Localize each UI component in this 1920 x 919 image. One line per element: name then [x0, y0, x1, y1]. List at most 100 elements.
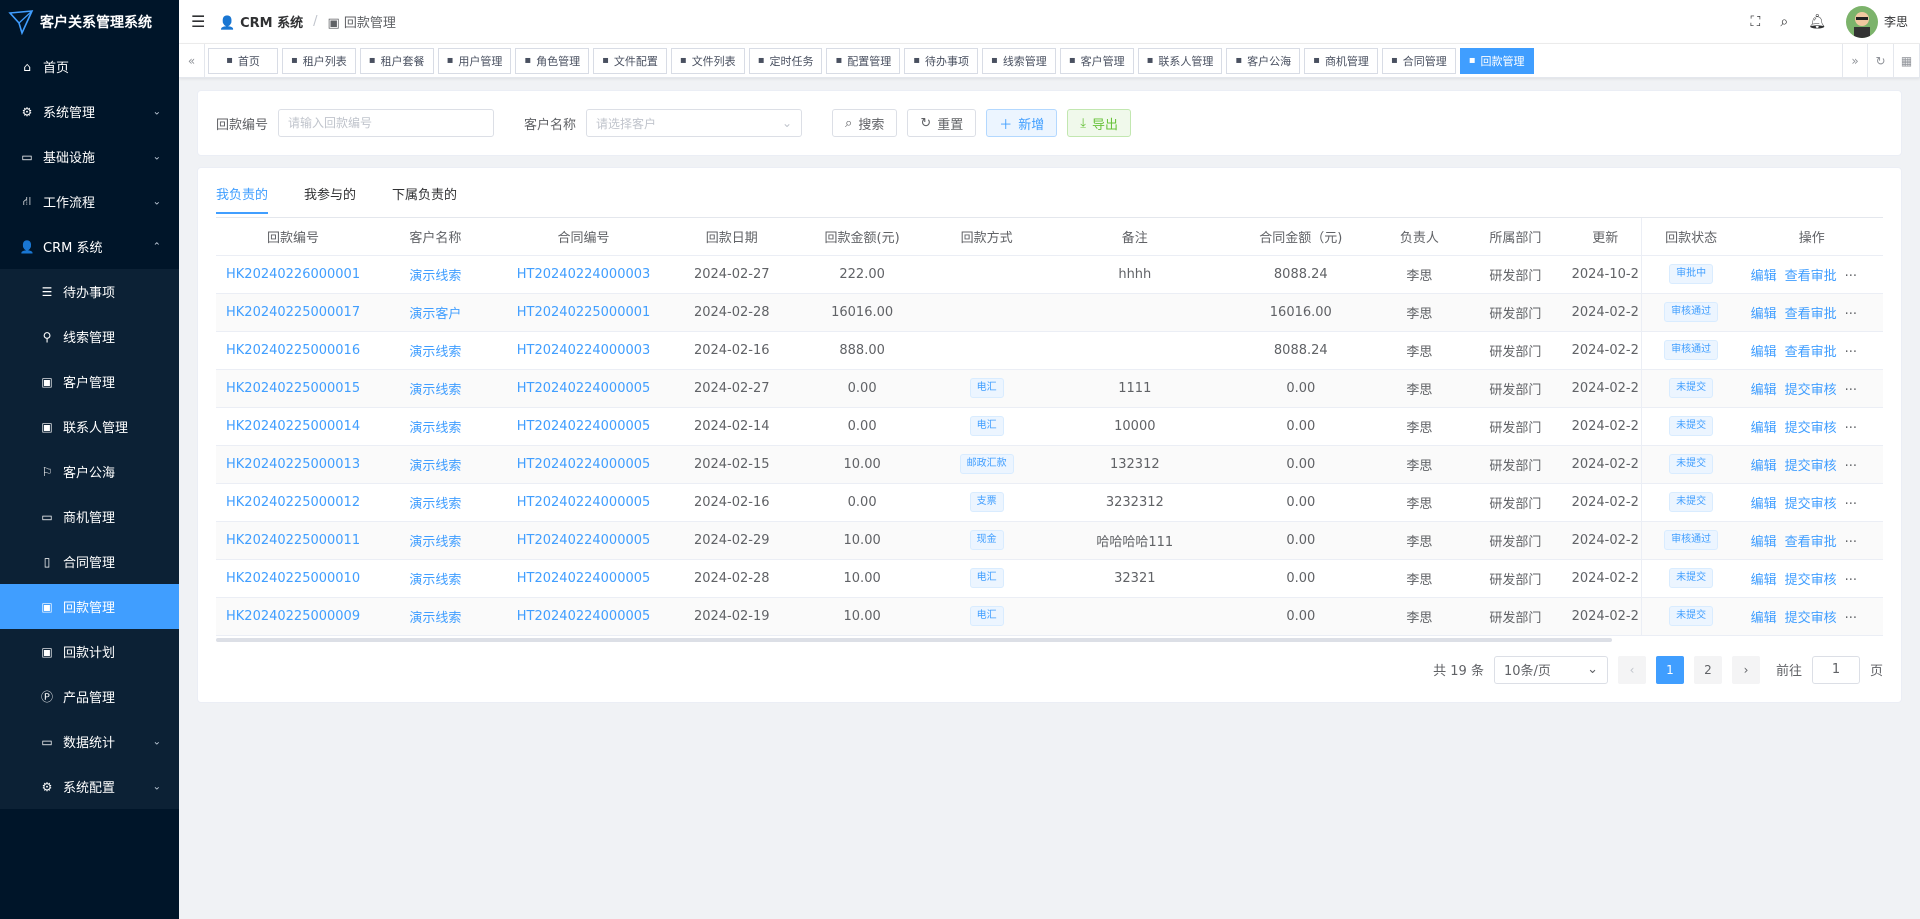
tags-scroll-left-icon[interactable]: « — [179, 43, 205, 78]
add-button[interactable]: ＋ 新增 — [986, 109, 1058, 137]
view-approval-link[interactable]: 查看审批 — [1785, 341, 1837, 360]
search-button[interactable]: ⌕ 搜索 — [832, 109, 898, 137]
view-approval-link[interactable]: 查看审批 — [1785, 531, 1837, 550]
submit-review-link[interactable]: 提交审核 — [1785, 493, 1837, 512]
sidebar-subitem[interactable]: Ⓟ 产品管理 — [0, 674, 179, 719]
tab-tag[interactable]: ▪ 租户套餐 — [359, 47, 434, 74]
tab-tag[interactable]: ▪ 联系人管理 — [1137, 47, 1223, 74]
tab-tag[interactable]: ▪ 线索管理 — [982, 47, 1056, 74]
more-icon[interactable]: ... — [1845, 341, 1857, 360]
tab-tag[interactable]: ▪ 首页 — [208, 47, 278, 74]
tab-tag[interactable]: ▪ 文件配置 — [593, 47, 667, 74]
tab-tag[interactable]: ▪ 待办事项 — [904, 47, 979, 74]
next-page-button[interactable]: › — [1731, 655, 1760, 684]
sidebar-subitem[interactable]: ⚲ 线索管理 — [0, 314, 179, 359]
more-icon[interactable]: ... — [1845, 265, 1857, 284]
sidebar-subitem[interactable]: ⚐ 客户公海 — [0, 449, 179, 494]
cell-contract-text[interactable]: HT20240224000005 — [517, 495, 651, 510]
edit-link[interactable]: 编辑 — [1751, 417, 1777, 436]
sidebar-item[interactable]: ⚙ 系统管理 ⌄ — [0, 89, 179, 134]
cell-customer-text[interactable]: 演示线索 — [409, 459, 461, 474]
cell-customer-text[interactable]: 演示线索 — [409, 497, 461, 512]
tab-tag[interactable]: ▪ 租户列表 — [282, 47, 356, 74]
sidebar-item[interactable]: ⛙ 工作流程 ⌄ — [0, 179, 179, 224]
app-logo[interactable]: 客户关系管理系统 — [0, 0, 179, 44]
tab-tag[interactable]: ▪ 合同管理 — [1381, 47, 1456, 74]
cell-customer-text[interactable]: 演示线索 — [409, 421, 461, 436]
more-icon[interactable]: ... — [1845, 379, 1857, 398]
fullscreen-icon[interactable]: ⛶ — [1751, 14, 1761, 30]
submit-review-link[interactable]: 提交审核 — [1785, 569, 1837, 588]
edit-link[interactable]: 编辑 — [1751, 569, 1777, 588]
reset-button[interactable]: ↻ 重置 — [907, 109, 977, 137]
more-icon[interactable]: ... — [1845, 493, 1857, 512]
tab-tag[interactable]: ▪ 商机管理 — [1304, 47, 1378, 74]
cell-customer-text[interactable]: 演示线索 — [409, 383, 461, 398]
more-icon[interactable]: ... — [1845, 417, 1857, 436]
cell-no-text[interactable]: HK20240225000011 — [226, 533, 360, 548]
submit-review-link[interactable]: 提交审核 — [1785, 417, 1837, 436]
payment-no-input[interactable] — [278, 109, 495, 137]
tab-tag[interactable]: ▪ 客户管理 — [1059, 47, 1134, 74]
cell-no-text[interactable]: HK20240225000015 — [226, 381, 360, 396]
horizontal-scrollbar[interactable] — [216, 637, 1612, 642]
edit-link[interactable]: 编辑 — [1751, 341, 1777, 360]
tab-tag[interactable]: ▪ 定时任务 — [748, 47, 823, 74]
search-icon[interactable]: ⌕ — [1780, 14, 1788, 30]
sidebar-subitem[interactable]: ☰ 待办事项 — [0, 269, 179, 314]
export-button[interactable]: ⤓ 导出 — [1067, 109, 1132, 137]
edit-link[interactable]: 编辑 — [1751, 265, 1777, 284]
cell-customer-text[interactable]: 演示线索 — [409, 573, 461, 588]
prev-page-button[interactable]: ‹ — [1617, 655, 1646, 684]
sidebar-subitem[interactable]: ▣ 联系人管理 — [0, 404, 179, 449]
cell-customer-text[interactable]: 演示线索 — [409, 345, 461, 360]
sidebar-item[interactable]: ⌂ 首页 — [0, 44, 179, 89]
cell-contract-text[interactable]: HT20240225000001 — [517, 305, 651, 320]
cell-contract-text[interactable]: HT20240224000005 — [517, 381, 651, 396]
cell-customer-text[interactable]: 演示线索 — [409, 611, 461, 626]
view-approval-link[interactable]: 查看审批 — [1785, 265, 1837, 284]
cell-no-text[interactable]: HK20240225000017 — [226, 305, 360, 320]
page-size-select[interactable]: 10条/页 ⌄ — [1493, 655, 1608, 684]
view-approval-link[interactable]: 查看审批 — [1785, 303, 1837, 322]
tab-tag[interactable]: ▪ 用户管理 — [437, 47, 512, 74]
page-1-button[interactable]: 1 — [1655, 655, 1684, 684]
sidebar-subitem[interactable]: ⚙ 系统配置 ⌄ — [0, 764, 179, 809]
cell-contract-text[interactable]: HT20240224000005 — [517, 571, 651, 586]
more-icon[interactable]: ... — [1845, 455, 1857, 474]
more-icon[interactable]: ... — [1845, 303, 1857, 322]
cell-no-text[interactable]: HK20240225000010 — [226, 571, 360, 586]
cell-contract-text[interactable]: HT20240224000005 — [517, 533, 651, 548]
bell-icon[interactable]: 🔔︎ — [1808, 14, 1826, 30]
cell-customer-text[interactable]: 演示线索 — [409, 269, 461, 284]
cell-customer-text[interactable]: 演示线索 — [409, 535, 461, 550]
sidebar-item[interactable]: ▭ 基础设施 ⌄ — [0, 134, 179, 179]
cell-contract-text[interactable]: HT20240224000003 — [517, 343, 651, 358]
sidebar-subitem[interactable]: ▭ 数据统计 ⌄ — [0, 719, 179, 764]
tab-tag[interactable]: ▪ 客户公海 — [1226, 47, 1301, 74]
sidebar-subitem[interactable]: ▭ 商机管理 — [0, 494, 179, 539]
cell-contract-text[interactable]: HT20240224000005 — [517, 609, 651, 624]
avatar[interactable] — [1845, 5, 1878, 38]
tab-tag[interactable]: ▪ 文件列表 — [670, 47, 745, 74]
sidebar-subitem[interactable]: ▯ 合同管理 — [0, 539, 179, 584]
cell-customer-text[interactable]: 演示客户 — [409, 307, 461, 322]
customer-select[interactable]: 请选择客户 ⌄ — [586, 109, 803, 137]
content-tab[interactable]: 下属负责的 — [392, 184, 457, 212]
cell-no-text[interactable]: HK20240225000009 — [226, 609, 360, 624]
page-2-button[interactable]: 2 — [1693, 655, 1722, 684]
cell-no-text[interactable]: HK20240225000012 — [226, 495, 360, 510]
cell-no-text[interactable]: HK20240225000016 — [226, 343, 360, 358]
submit-review-link[interactable]: 提交审核 — [1785, 379, 1837, 398]
content-tab[interactable]: 我参与的 — [304, 184, 356, 212]
tags-scroll-right-icon[interactable]: » — [1842, 43, 1868, 78]
submit-review-link[interactable]: 提交审核 — [1785, 455, 1837, 474]
cell-no-text[interactable]: HK20240225000014 — [226, 419, 360, 434]
goto-page-input[interactable]: 1 — [1811, 655, 1860, 684]
cell-contract-text[interactable]: HT20240224000005 — [517, 419, 651, 434]
sidebar-subitem[interactable]: ▣ 客户管理 — [0, 359, 179, 404]
cell-contract-text[interactable]: HT20240224000003 — [517, 267, 651, 282]
hamburger-icon[interactable]: ☰ — [191, 12, 205, 31]
grid-menu-icon[interactable]: ▦ — [1894, 43, 1920, 78]
edit-link[interactable]: 编辑 — [1751, 531, 1777, 550]
